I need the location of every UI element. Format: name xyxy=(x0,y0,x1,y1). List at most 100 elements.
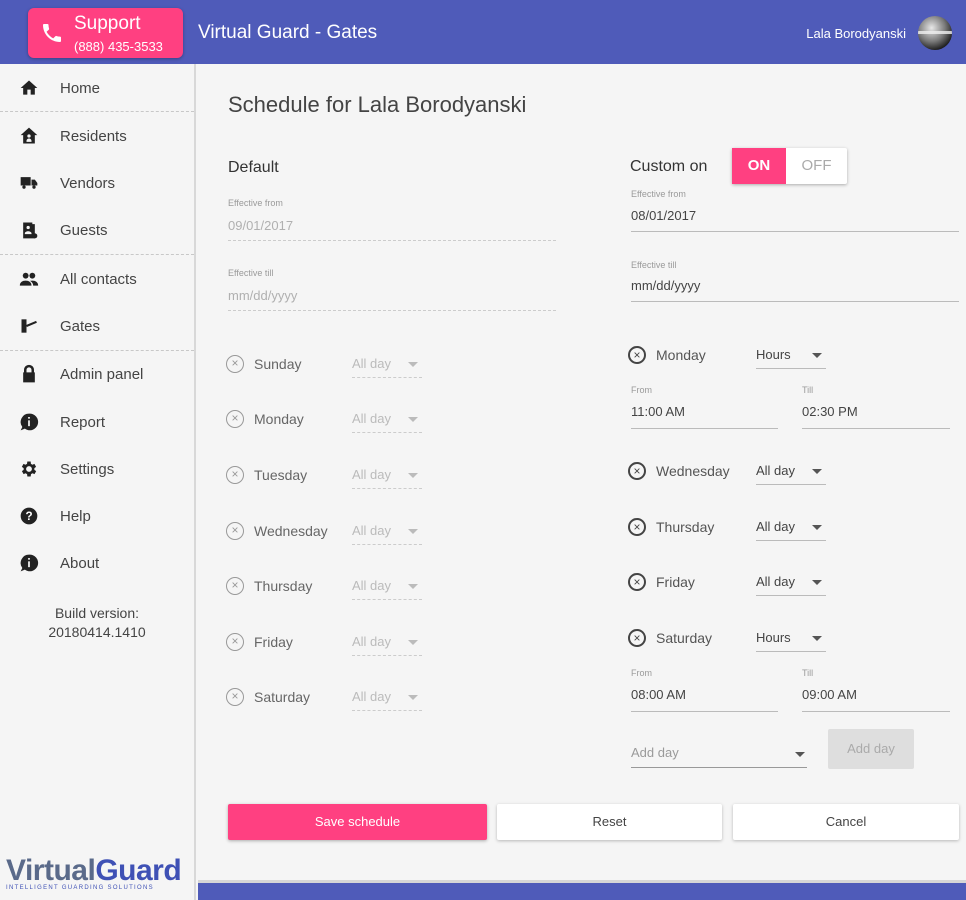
sidebar-item-report[interactable]: Report xyxy=(0,402,194,442)
build-label: Build version: xyxy=(54,605,140,621)
from-label: From xyxy=(631,668,652,678)
day-mode-select[interactable]: All day xyxy=(756,519,826,541)
remove-day-icon: × xyxy=(226,522,244,540)
chevron-down-icon xyxy=(408,584,418,589)
divider xyxy=(0,254,194,255)
remove-day-icon[interactable]: × xyxy=(628,346,646,364)
sidebar-item-help[interactable]: ? Help xyxy=(0,496,194,536)
gate-icon xyxy=(21,319,37,333)
sidebar-item-label: Admin panel xyxy=(60,366,144,383)
default-effective-from-label: Effective from xyxy=(228,198,283,208)
virtual-guard-logo: VirtualGuard INTELLIGENT GUARDING SOLUTI… xyxy=(6,854,182,891)
sidebar-item-home[interactable]: Home xyxy=(0,68,194,108)
chevron-down-icon xyxy=(812,353,822,358)
monday-from-time[interactable]: 11:00 AM xyxy=(631,404,685,419)
chevron-down-icon xyxy=(812,469,822,474)
sidebar-item-all-contacts[interactable]: All contacts xyxy=(0,259,194,299)
user-name[interactable]: Lala Borodyanski xyxy=(806,26,906,41)
cancel-button[interactable]: Cancel xyxy=(733,804,959,840)
day-mode-select: All day xyxy=(352,523,422,545)
custom-day-wednesday: × Wednesday All day xyxy=(628,461,828,485)
monday-till-time[interactable]: 02:30 PM xyxy=(802,404,858,419)
sidebar-item-label: About xyxy=(60,555,100,572)
default-day-thursday: × Thursday All day xyxy=(226,576,426,600)
footer-bar xyxy=(198,880,966,900)
info-bubble-icon xyxy=(20,554,39,572)
home-icon xyxy=(20,80,38,95)
build-number: 20180414.1410 xyxy=(48,624,146,640)
default-effective-till-field: mm/dd/yyyy xyxy=(228,288,298,303)
day-mode-select[interactable]: Hours xyxy=(756,347,826,369)
custom-effective-from-field[interactable]: 08/01/2017 xyxy=(631,208,696,223)
default-day-friday: × Friday All day xyxy=(226,632,426,656)
custom-effective-from-label: Effective from xyxy=(631,189,686,199)
support-button[interactable]: Support (888) 435-3533 xyxy=(28,8,183,58)
custom-effective-till-label: Effective till xyxy=(631,260,677,270)
remove-day-icon[interactable]: × xyxy=(628,629,646,647)
sidebar-item-about[interactable]: About xyxy=(0,543,194,583)
custom-on-toggle[interactable]: ON OFF xyxy=(732,148,847,184)
toggle-on-option[interactable]: ON xyxy=(732,148,786,184)
gear-icon xyxy=(21,461,37,477)
saturday-till-time[interactable]: 09:00 AM xyxy=(802,687,857,702)
day-mode-select[interactable]: All day xyxy=(756,463,826,485)
help-icon: ? xyxy=(20,507,38,525)
default-day-sunday: × Sunday All day xyxy=(226,354,426,378)
sidebar-item-admin-panel[interactable]: Admin panel xyxy=(0,354,194,394)
contacts-icon xyxy=(19,272,39,286)
day-mode-select: All day xyxy=(352,467,422,489)
remove-day-icon: × xyxy=(226,688,244,706)
sidebar-item-label: Residents xyxy=(60,128,127,145)
day-mode-select: All day xyxy=(352,578,422,600)
day-mode-select: All day xyxy=(352,411,422,433)
chevron-down-icon xyxy=(408,362,418,367)
main-content: Schedule for Lala Borodyanski Default Ef… xyxy=(198,64,966,876)
day-mode-select[interactable]: Hours xyxy=(756,630,826,652)
custom-day-friday: × Friday All day xyxy=(628,572,828,596)
day-mode-select: All day xyxy=(352,356,422,378)
sidebar-item-guests[interactable]: Guests xyxy=(0,210,194,250)
build-version: Build version: 20180414.1410 xyxy=(0,604,194,642)
sidebar-item-label: Gates xyxy=(60,318,101,335)
sidebar-item-residents[interactable]: Residents xyxy=(0,116,194,156)
residents-icon xyxy=(20,127,38,144)
sidebar-item-gates[interactable]: Gates xyxy=(0,306,194,346)
truck-icon xyxy=(20,177,38,189)
default-day-saturday: × Saturday All day xyxy=(226,687,426,711)
day-mode-select[interactable]: All day xyxy=(756,574,826,596)
chevron-down-icon xyxy=(812,636,822,641)
remove-day-icon[interactable]: × xyxy=(628,573,646,591)
toggle-off-option[interactable]: OFF xyxy=(786,148,847,184)
app-header: Support (888) 435-3533 Virtual Guard - G… xyxy=(0,0,966,64)
custom-section-title: Custom on xyxy=(630,158,708,175)
sidebar-item-label: Settings xyxy=(60,461,115,478)
remove-day-icon: × xyxy=(226,355,244,373)
custom-day-monday: × Monday Hours xyxy=(628,345,828,369)
save-schedule-button[interactable]: Save schedule xyxy=(228,804,487,840)
add-day-select[interactable]: Add day xyxy=(631,745,807,769)
sidebar-item-vendors[interactable]: Vendors xyxy=(0,163,194,203)
custom-day-saturday: × Saturday Hours xyxy=(628,628,828,652)
chevron-down-icon xyxy=(408,695,418,700)
chevron-down-icon xyxy=(812,580,822,585)
avatar[interactable] xyxy=(918,16,952,50)
from-label: From xyxy=(631,385,652,395)
default-section-title: Default xyxy=(228,159,279,176)
page-title: Schedule for Lala Borodyanski xyxy=(228,92,527,117)
sidebar-item-label: Home xyxy=(60,80,101,97)
custom-effective-till-field[interactable]: mm/dd/yyyy xyxy=(631,278,700,293)
reset-button[interactable]: Reset xyxy=(497,804,722,840)
till-label: Till xyxy=(802,668,814,678)
chevron-down-icon xyxy=(795,752,805,757)
sidebar-item-settings[interactable]: Settings xyxy=(0,449,194,489)
remove-day-icon: × xyxy=(226,633,244,651)
remove-day-icon[interactable]: × xyxy=(628,462,646,480)
phone-icon xyxy=(43,24,61,42)
saturday-from-time[interactable]: 08:00 AM xyxy=(631,687,686,702)
add-day-button[interactable]: Add day xyxy=(828,729,914,769)
app-title: Virtual Guard - Gates xyxy=(198,22,378,43)
default-effective-till-label: Effective till xyxy=(228,268,274,278)
remove-day-icon[interactable]: × xyxy=(628,518,646,536)
sidebar-item-label: All contacts xyxy=(60,271,137,288)
remove-day-icon: × xyxy=(226,410,244,428)
